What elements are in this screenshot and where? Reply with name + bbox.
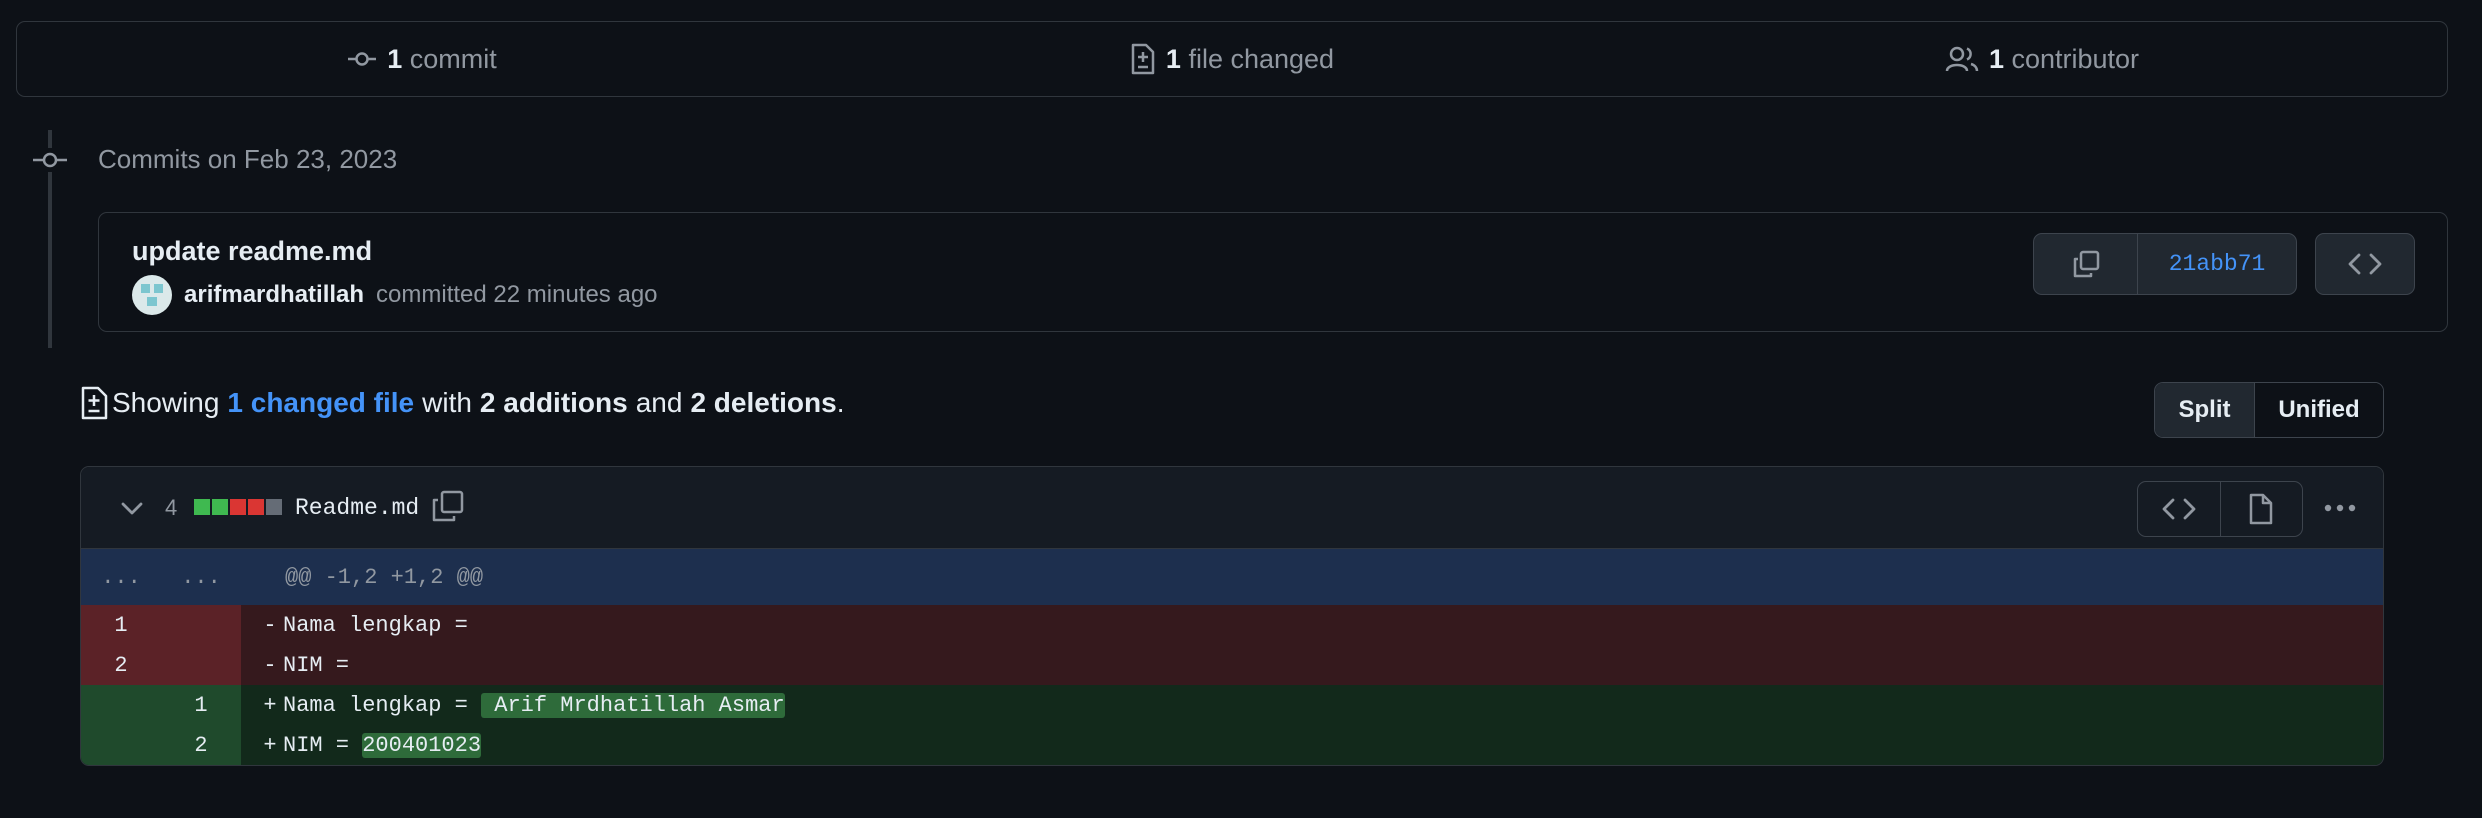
showing-and: and <box>635 387 683 418</box>
commit-message-link[interactable]: update readme.md <box>132 236 372 267</box>
unified-view-button[interactable]: Unified <box>2255 383 2383 437</box>
diffstat-deleted-block <box>230 499 246 515</box>
contributors-summary[interactable]: 1 contributor <box>1637 44 2447 75</box>
browse-repo-button[interactable] <box>2315 233 2415 295</box>
diffstat-bar <box>194 499 282 515</box>
new-line-number[interactable] <box>161 645 241 685</box>
view-file-button[interactable] <box>2221 482 2303 536</box>
file-diff-icon <box>1131 43 1155 75</box>
commits-label: commit <box>409 43 497 74</box>
code-icon <box>2348 253 2382 275</box>
diff-sign: - <box>263 612 277 638</box>
view-source-button[interactable] <box>2138 482 2221 536</box>
files-count: 1 <box>1165 43 1181 74</box>
file-icon <box>2250 493 2273 525</box>
people-icon <box>1945 46 1979 72</box>
old-line-number[interactable]: 2 <box>81 645 161 685</box>
copy-sha-button[interactable] <box>2034 234 2138 294</box>
summary-bar: 1 commit 1 file changed 1 contributor <box>16 21 2448 97</box>
avatar[interactable] <box>132 275 172 315</box>
diffstat-added-block <box>212 499 228 515</box>
diff-code: Nama lengkap = <box>283 692 482 718</box>
expand-down-button[interactable]: ... <box>161 549 241 605</box>
diff-line-added: 2 + NIM = 200401023 <box>81 725 2383 765</box>
diff-view-toggle: Split Unified <box>2154 382 2384 438</box>
code-icon <box>2162 498 2196 520</box>
additions-count: 2 additions <box>479 387 628 418</box>
kebab-menu-icon[interactable] <box>2321 493 2359 523</box>
diff-sign: - <box>263 652 277 678</box>
file-diff-icon <box>81 386 108 420</box>
changed-files-link[interactable]: 1 changed file <box>227 387 414 419</box>
contributors-count: 1 <box>1988 43 2004 74</box>
commit-time: committed 22 minutes ago <box>376 281 658 308</box>
diff-code: Nama lengkap = <box>283 612 468 638</box>
diff-line-deleted: 1 - Nama lengkap = <box>81 605 2383 645</box>
commits-date-heading: Commits on Feb 23, 2023 <box>98 144 398 174</box>
files-label: file changed <box>1188 43 1335 74</box>
new-line-number[interactable] <box>161 605 241 645</box>
diff-line-deleted: 2 - NIM = <box>81 645 2383 685</box>
commit-sha-group: 21abb71 <box>2033 233 2297 295</box>
expand-up-button[interactable]: ... <box>81 549 161 605</box>
copy-icon <box>2073 250 2099 278</box>
diff-sign: + <box>263 692 277 718</box>
hunk-header-text: @@ -1,2 +1,2 @@ <box>285 564 484 590</box>
diffstat-neutral-block <box>266 499 282 515</box>
hunk-header-row: ... ... @@ -1,2 +1,2 @@ <box>81 549 2383 605</box>
files-summary[interactable]: 1 file changed <box>827 43 1637 75</box>
diff-code: NIM = <box>283 732 363 758</box>
old-line-number[interactable] <box>81 685 161 725</box>
contributors-label: contributor <box>2011 43 2140 74</box>
git-commit-icon <box>348 52 377 66</box>
commit-item: update readme.md arifmardhatillah commit… <box>98 212 2448 332</box>
chevron-down-icon[interactable] <box>119 495 145 521</box>
diff-summary: Showing 1 changed file with 2 additions … <box>80 386 844 420</box>
copy-icon[interactable] <box>431 489 465 523</box>
old-line-number[interactable]: 1 <box>81 605 161 645</box>
diff-code: NIM = <box>283 652 350 678</box>
diff-file-header: 4 Readme.md <box>81 467 2383 549</box>
commits-count: 1 <box>387 43 403 74</box>
diff-highlight: Arif Mrdhatillah Asmar <box>481 692 785 718</box>
showing-prefix: Showing <box>112 387 220 418</box>
diff-filename-link[interactable]: Readme.md <box>295 495 419 521</box>
diffstat-deleted-block <box>248 499 264 515</box>
split-view-button[interactable]: Split <box>2155 383 2255 437</box>
diff-change-count: 4 <box>165 495 178 520</box>
commit-author-link[interactable]: arifmardhatillah <box>184 281 364 309</box>
commit-meta: arifmardhatillah committed 22 minutes ag… <box>132 275 658 315</box>
git-commit-icon <box>33 148 67 172</box>
diff-sign: + <box>263 732 277 758</box>
deletions-count: 2 deletions <box>690 387 837 418</box>
showing-period: . <box>836 387 845 418</box>
diff-highlight: 200401023 <box>362 732 482 758</box>
diff-file: 4 Readme.md ... ... @@ -1,2 +1,2 @@ 1 - … <box>80 466 2384 766</box>
diffstat-added-block <box>194 499 210 515</box>
new-line-number[interactable]: 2 <box>161 725 241 765</box>
commits-summary[interactable]: 1 commit <box>17 44 827 75</box>
commit-compare-page: 1 commit 1 file changed 1 contributor Co… <box>0 0 2482 818</box>
file-view-buttons <box>2137 481 2303 537</box>
old-line-number[interactable] <box>81 725 161 765</box>
commit-sha-link[interactable]: 21abb71 <box>2138 234 2296 294</box>
showing-with: with <box>422 387 472 418</box>
diff-line-added: 1 + Nama lengkap = Arif Mrdhatillah Asma… <box>81 685 2383 725</box>
new-line-number[interactable]: 1 <box>161 685 241 725</box>
